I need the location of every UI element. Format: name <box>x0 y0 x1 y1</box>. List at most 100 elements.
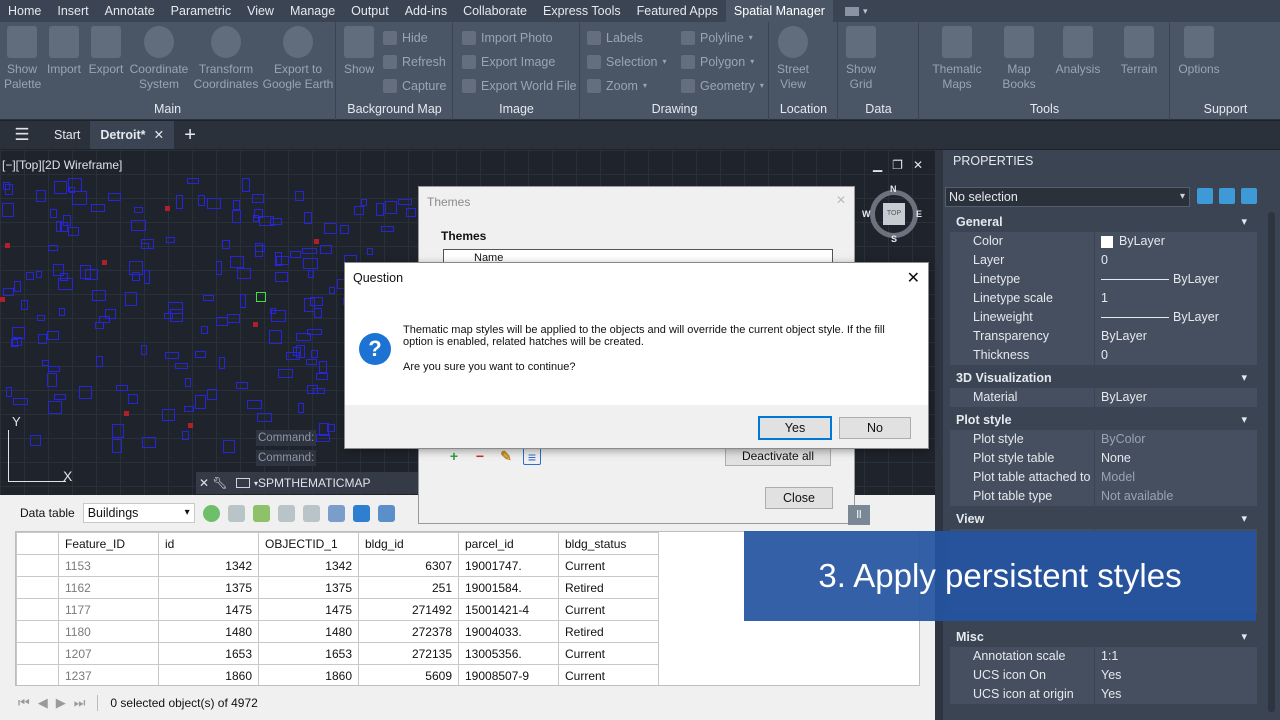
capture-map-button[interactable]: Capture <box>383 76 446 96</box>
table-row[interactable]: 1180 1480 1480 272378 19004033. Retired <box>16 620 659 643</box>
building-footprint[interactable] <box>354 206 364 215</box>
section-misc[interactable]: Misc <box>950 627 1257 647</box>
wrench-icon[interactable]: 🔧︎ <box>212 476 228 490</box>
building-footprint[interactable] <box>311 350 318 358</box>
building-footprint[interactable] <box>79 386 92 399</box>
col-header-objectid[interactable]: OBJECTID_1 <box>258 532 359 555</box>
building-footprint[interactable] <box>255 245 265 252</box>
building-footprint[interactable] <box>185 378 191 387</box>
prop-annotation-scale[interactable]: Annotation scale 1:1 <box>950 647 1257 666</box>
close-icon[interactable]: ✕ <box>196 476 212 490</box>
building-footprint[interactable] <box>68 178 82 192</box>
building-footprint[interactable] <box>30 435 41 446</box>
object-selector[interactable]: No selection <box>945 187 1190 207</box>
tab-parametric[interactable]: Parametric <box>163 0 239 22</box>
building-footprint[interactable] <box>47 331 59 340</box>
prop-lineweight[interactable]: Lineweight ByLayer <box>950 308 1257 327</box>
col-header-id[interactable]: id <box>158 532 259 555</box>
building-footprint[interactable] <box>195 395 206 409</box>
tab-detroit[interactable]: Detroit* ✕ <box>90 121 175 149</box>
section-plot-style[interactable]: Plot style <box>950 410 1257 430</box>
table-cell[interactable]: 19004033. <box>458 620 559 643</box>
building-footprint[interactable] <box>142 437 156 448</box>
building-footprint[interactable] <box>38 334 47 344</box>
table-cell[interactable]: 1653 <box>158 642 259 665</box>
themes-close-button[interactable]: Close <box>765 487 833 509</box>
building-footprint[interactable] <box>216 261 222 275</box>
yes-button[interactable]: Yes <box>758 416 832 440</box>
table-cell[interactable]: 13005356. <box>458 642 559 665</box>
table-row[interactable]: 1237 1860 1860 5609 19008507-9 Current <box>16 664 659 685</box>
prop-plot-table-attached[interactable]: Plot table attached to Model <box>950 468 1257 487</box>
building-footprint[interactable] <box>162 409 175 421</box>
building-footprint[interactable] <box>134 207 143 213</box>
table-row[interactable]: 1162 1375 1375 251 19001584. Retired <box>16 576 659 599</box>
building-footprint[interactable] <box>219 357 225 369</box>
building-footprint[interactable] <box>125 292 137 306</box>
col-header-bldg-id[interactable]: bldg_id <box>358 532 459 555</box>
prop-linetype-scale[interactable]: Linetype scale 1 <box>950 289 1257 308</box>
hide-map-button[interactable]: Hide <box>383 28 428 48</box>
row-header[interactable] <box>16 554 59 577</box>
building-footprint[interactable] <box>165 352 179 359</box>
building-footprint[interactable] <box>165 206 170 211</box>
building-footprint[interactable] <box>80 265 91 279</box>
viewport-label[interactable]: [−][Top][2D Wireframe] <box>2 158 122 172</box>
toggle-pickadd-icon[interactable] <box>1197 188 1213 204</box>
terrain-button[interactable]: Terrain <box>1112 26 1166 77</box>
export-google-earth-button[interactable]: Export to Google Earth <box>262 26 334 92</box>
tab-spatial-manager[interactable]: Spatial Manager <box>725 0 833 22</box>
table-cell[interactable]: 1860 <box>258 664 359 685</box>
building-footprint[interactable] <box>361 199 367 206</box>
export-world-file-button[interactable]: Export World File <box>462 76 577 96</box>
selected-building[interactable] <box>256 292 266 302</box>
building-footprint[interactable] <box>176 195 183 209</box>
table-cell[interactable]: Current <box>558 554 659 577</box>
prop-layer[interactable]: Layer 0 <box>950 251 1257 270</box>
table-cell[interactable]: 15001421-4 <box>458 598 559 621</box>
building-footprint[interactable] <box>240 294 246 308</box>
building-footprint[interactable] <box>298 403 304 413</box>
building-footprint[interactable] <box>60 273 68 281</box>
building-footprint[interactable] <box>222 240 230 249</box>
building-footprint[interactable] <box>47 373 57 387</box>
building-footprint[interactable] <box>166 237 175 243</box>
table-cell[interactable]: Current <box>558 664 659 685</box>
building-footprint[interactable] <box>108 193 121 201</box>
restore-icon[interactable]: ❐ <box>892 158 903 172</box>
building-footprint[interactable] <box>257 413 272 422</box>
table-cell[interactable]: 1860 <box>158 664 259 685</box>
transform-coordinates-button[interactable]: Transform Coordinates <box>192 26 260 92</box>
building-footprint[interactable] <box>11 339 18 347</box>
building-footprint[interactable] <box>91 204 105 212</box>
select-objects-icon[interactable] <box>1219 188 1235 204</box>
building-footprint[interactable] <box>306 359 317 365</box>
building-footprint[interactable] <box>275 272 288 282</box>
table-cell[interactable]: 5609 <box>358 664 459 685</box>
table-cell[interactable]: Retired <box>558 620 659 643</box>
building-footprint[interactable] <box>316 373 328 380</box>
command-line[interactable]: ✕ 🔧︎ ▾ SPMTHEMATICMAP <box>196 472 419 494</box>
building-footprint[interactable] <box>95 322 104 329</box>
building-footprint[interactable] <box>48 366 60 372</box>
table-cell[interactable]: 1162 <box>58 576 159 599</box>
building-footprint[interactable] <box>63 215 71 226</box>
table-cell[interactable]: 6307 <box>358 554 459 577</box>
prop-plot-style-table[interactable]: Plot style table None <box>950 449 1257 468</box>
building-footprint[interactable] <box>303 258 318 269</box>
selection-button[interactable]: Selection ▾ <box>587 52 666 72</box>
prop-ucs-icon-on[interactable]: UCS icon On Yes <box>950 666 1257 685</box>
building-footprint[interactable] <box>227 314 240 323</box>
building-footprint[interactable] <box>381 226 394 232</box>
building-footprint[interactable] <box>131 220 146 231</box>
tab-start[interactable]: Start <box>44 121 90 149</box>
building-footprint[interactable] <box>270 308 276 314</box>
building-footprint[interactable] <box>48 401 62 414</box>
close-icon[interactable]: ✕ <box>154 128 164 142</box>
tab-home[interactable]: Home <box>0 0 49 22</box>
ribbon-toggle[interactable]: ▾ <box>844 6 867 17</box>
show-grid-button[interactable]: Show Grid <box>843 26 879 92</box>
building-footprint[interactable] <box>96 356 103 367</box>
tab-add-ins[interactable]: Add-ins <box>397 0 455 22</box>
building-footprint[interactable] <box>232 210 241 223</box>
